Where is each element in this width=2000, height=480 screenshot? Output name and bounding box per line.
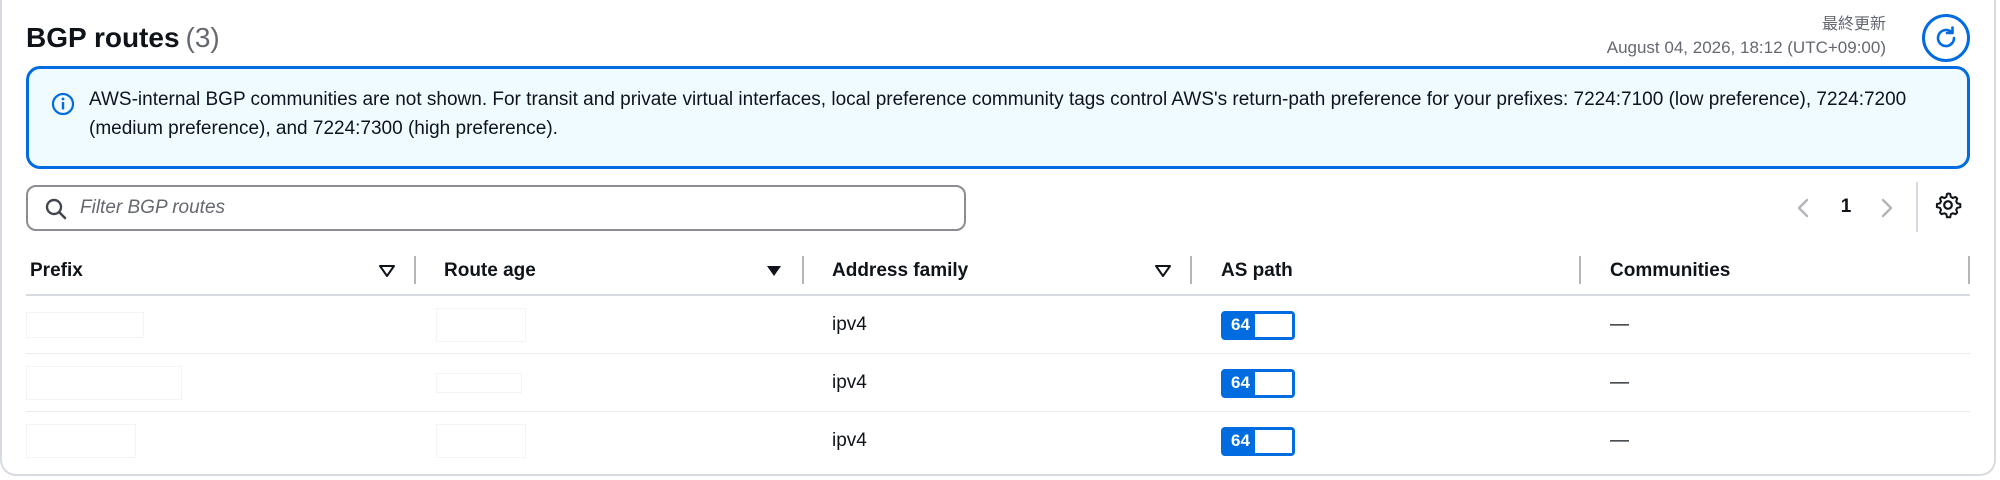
last-updated-timestamp: August 04, 2026, 18:12 (UTC+09:00) bbox=[1606, 38, 1886, 57]
column-header-address-family[interactable]: Address family bbox=[832, 246, 968, 296]
as-path-text: 64 bbox=[1231, 430, 1250, 450]
sort-triangle-icon[interactable] bbox=[1152, 260, 1174, 282]
pagination: 1 bbox=[1792, 188, 1922, 228]
page-title: BGP routes (3) bbox=[26, 22, 220, 54]
table-row: ipv4 64 — bbox=[26, 354, 1970, 412]
previous-page-icon[interactable] bbox=[1792, 196, 1816, 220]
column-resizer[interactable] bbox=[1579, 256, 1581, 284]
prefix-cell bbox=[26, 424, 136, 458]
next-page-icon[interactable] bbox=[1874, 196, 1898, 220]
route-age-cell bbox=[436, 308, 526, 342]
table-row: ipv4 64 — bbox=[26, 412, 1970, 470]
last-updated-label: 最終更新 bbox=[1821, 16, 1886, 33]
refresh-icon bbox=[1936, 26, 1956, 48]
redaction-mask bbox=[1255, 429, 1292, 453]
column-header-route-age[interactable]: Route age bbox=[444, 246, 536, 296]
communities-cell: — bbox=[1610, 314, 1629, 335]
sort-triangle-icon[interactable] bbox=[376, 260, 398, 282]
last-updated: 最終更新 August 04, 2026, 18:12 (UTC+09:00) bbox=[1607, 14, 1886, 60]
prefix-cell bbox=[26, 312, 144, 338]
filter-input[interactable] bbox=[80, 193, 940, 223]
bgp-routes-panel: BGP routes (3) 最終更新 August 04, 2026, 18:1… bbox=[0, 0, 1996, 476]
search-icon bbox=[45, 198, 67, 220]
gear-icon[interactable] bbox=[1934, 191, 1962, 219]
column-resizer[interactable] bbox=[414, 256, 416, 284]
panel-header: BGP routes (3) 最終更新 August 04, 2026, 18:1… bbox=[26, 14, 1970, 62]
as-path-text: 64 bbox=[1231, 372, 1250, 392]
column-resizer[interactable] bbox=[1190, 256, 1192, 284]
filter-field[interactable] bbox=[26, 185, 966, 231]
route-age-cell bbox=[436, 373, 522, 393]
as-path-text: 64 bbox=[1231, 314, 1250, 334]
info-icon bbox=[51, 92, 75, 116]
as-path-badge: 64 bbox=[1221, 426, 1295, 456]
column-resizer[interactable] bbox=[802, 256, 804, 284]
bgp-routes-table: Prefix Route age Address family AS path … bbox=[26, 246, 1970, 470]
address-family-cell: ipv4 bbox=[832, 314, 867, 335]
column-header-prefix[interactable]: Prefix bbox=[30, 246, 83, 296]
sort-descending-icon[interactable] bbox=[763, 260, 785, 282]
prefix-cell bbox=[26, 366, 182, 400]
communities-cell: — bbox=[1610, 372, 1629, 393]
route-count: (3) bbox=[185, 22, 220, 53]
alert-message: AWS-internal BGP communities are not sho… bbox=[89, 89, 1907, 139]
table-header: Prefix Route age Address family AS path … bbox=[26, 246, 1970, 296]
as-path-badge: 64 bbox=[1221, 310, 1295, 340]
pagination-divider bbox=[1916, 182, 1918, 232]
column-resizer[interactable] bbox=[1968, 256, 1970, 284]
column-header-as-path[interactable]: AS path bbox=[1221, 246, 1293, 296]
title-text: BGP routes bbox=[26, 22, 180, 53]
communities-cell: — bbox=[1610, 430, 1629, 451]
current-page-number[interactable]: 1 bbox=[1836, 196, 1856, 218]
route-age-cell bbox=[436, 424, 526, 458]
redaction-mask bbox=[1255, 371, 1292, 395]
redaction-mask bbox=[1255, 313, 1292, 337]
table-row: ipv4 64 — bbox=[26, 296, 1970, 354]
refresh-button[interactable] bbox=[1922, 14, 1970, 62]
address-family-cell: ipv4 bbox=[832, 372, 867, 393]
as-path-badge: 64 bbox=[1221, 368, 1295, 398]
info-alert: AWS-internal BGP communities are not sho… bbox=[26, 66, 1970, 169]
column-header-communities[interactable]: Communities bbox=[1610, 246, 1730, 296]
address-family-cell: ipv4 bbox=[832, 430, 867, 451]
